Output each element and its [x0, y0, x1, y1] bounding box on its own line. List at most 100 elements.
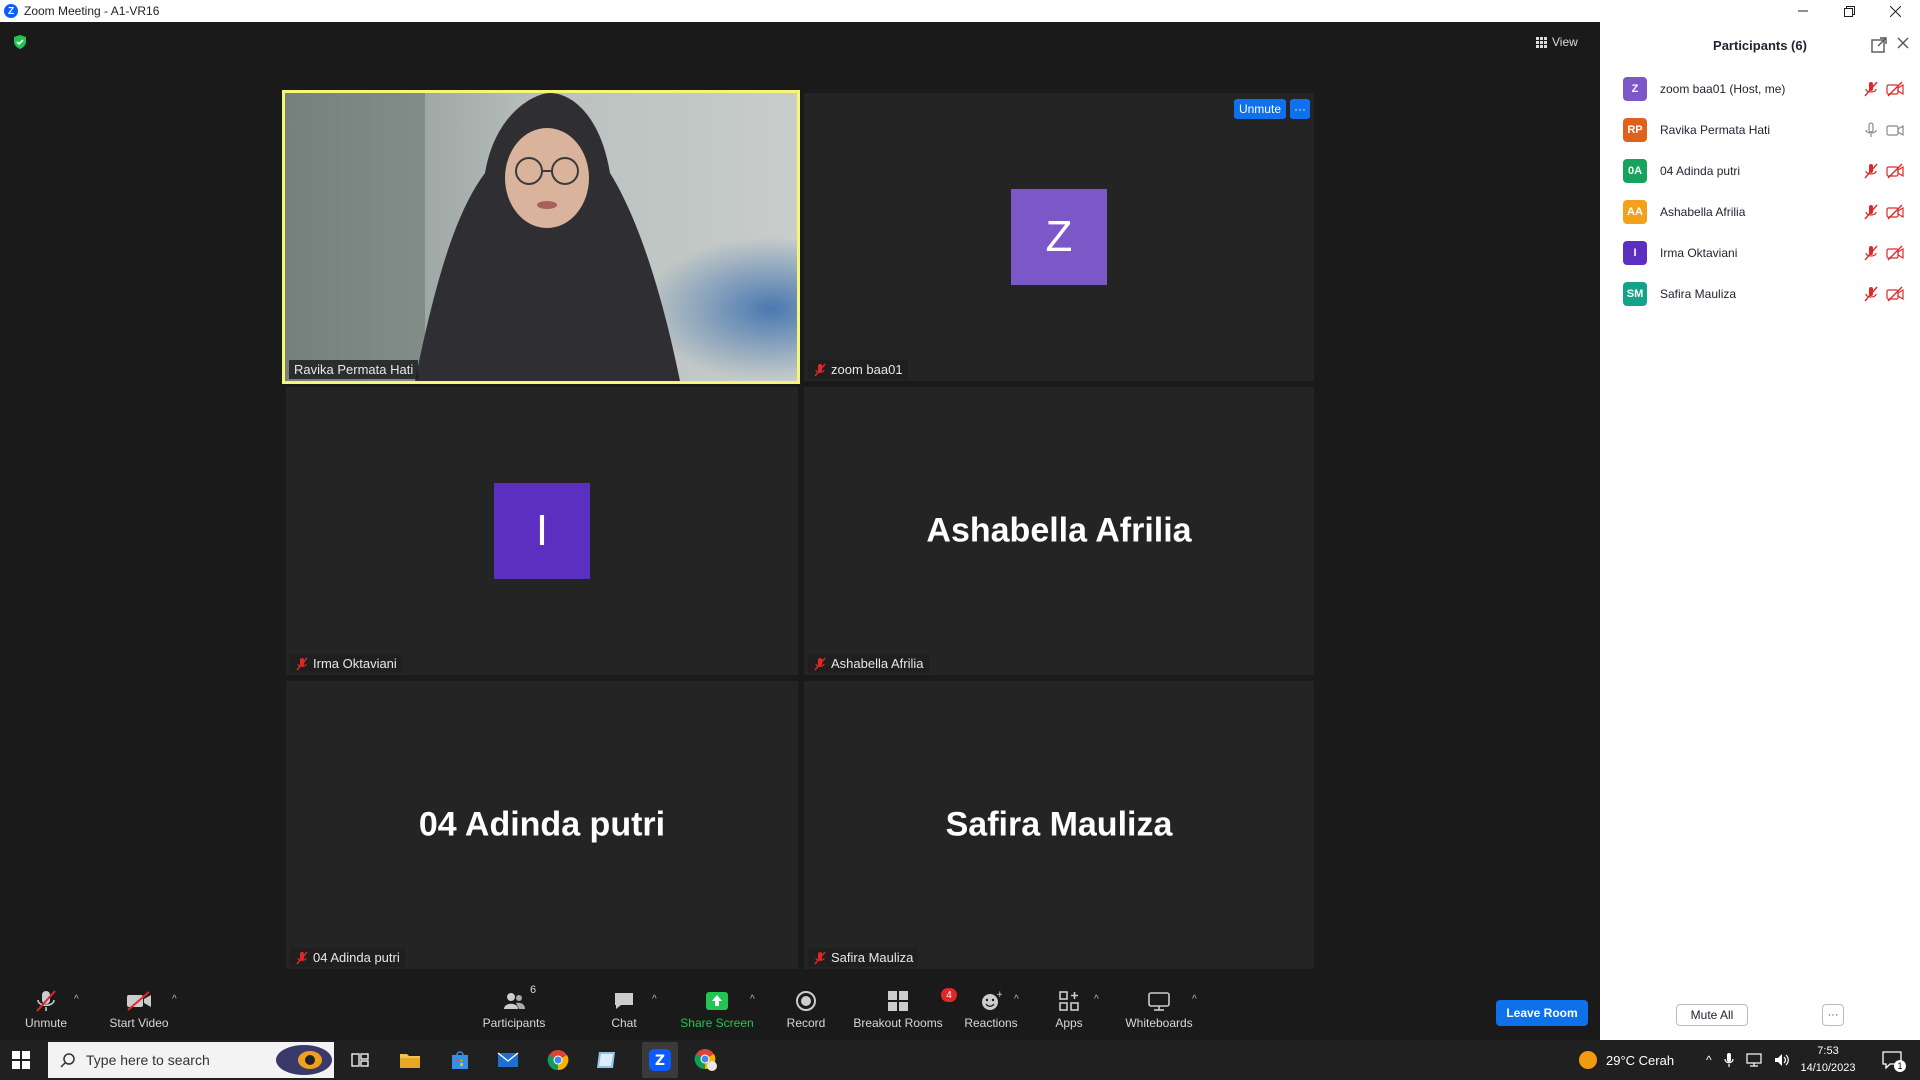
participant-list-item[interactable]: Zzoom baa01 (Host, me)	[1600, 68, 1920, 109]
video-tile-safira-mauliza[interactable]: Safira Mauliza Safira Mauliza	[804, 681, 1314, 969]
meeting-area: View Ravika Permata Hati Z Unmute ··· zo…	[0, 22, 1600, 974]
taskbar-clock[interactable]: 7:53 14/10/2023	[1796, 1043, 1860, 1077]
participant-name: Irma Oktaviani	[1660, 245, 1738, 260]
tray-overflow-chevron-icon[interactable]: ^	[1706, 1053, 1712, 1067]
video-tile-zoom-baa01[interactable]: Z Unmute ··· zoom baa01	[804, 93, 1314, 381]
participant-name: Ravika Permata Hati	[1660, 122, 1771, 137]
mic-muted-icon[interactable]	[1863, 163, 1879, 179]
start-video-label: Start Video	[109, 1016, 169, 1030]
unmute-button[interactable]: Unmute	[20, 980, 72, 1036]
whiteboards-options-chevron-icon[interactable]: ^	[1192, 994, 1197, 1005]
restore-icon	[1843, 5, 1855, 17]
notification-count: 1	[1894, 1060, 1906, 1072]
mute-all-button[interactable]: Mute All	[1676, 1004, 1748, 1026]
notepad-app-icon[interactable]	[592, 1046, 620, 1074]
unmute-label: Unmute	[24, 1016, 68, 1030]
participant-list-item[interactable]: SM Safira Mauliza	[1600, 273, 1920, 314]
participant-name: Irma Oktaviani	[313, 656, 397, 671]
video-off-icon[interactable]	[1886, 286, 1904, 302]
breakout-rooms-icon	[888, 991, 908, 1011]
mail-icon[interactable]	[494, 1046, 522, 1074]
microsoft-store-icon[interactable]	[446, 1046, 474, 1074]
volume-icon[interactable]	[1774, 1053, 1790, 1067]
taskbar-search-box[interactable]: Type here to search	[48, 1042, 334, 1078]
encryption-shield-icon[interactable]	[12, 34, 28, 50]
mic-muted-icon[interactable]	[1863, 286, 1879, 302]
participant-name-label: 04 Adinda putri	[290, 948, 405, 967]
participant-name: zoom baa01 (Host, me)	[1660, 81, 1786, 96]
close-panel-button[interactable]	[1894, 36, 1912, 54]
participant-name: Ravika Permata Hati	[294, 362, 414, 377]
avatar: RP	[1623, 117, 1647, 142]
participants-button[interactable]: 6 Participants	[478, 980, 550, 1036]
notifications-button[interactable]: 1	[1878, 1046, 1906, 1074]
view-button[interactable]: View	[1536, 32, 1592, 52]
share-screen-button[interactable]: Share Screen	[680, 980, 754, 1036]
video-tile-adinda-putri[interactable]: 04 Adinda putri 04 Adinda putri	[286, 681, 798, 969]
microphone-icon[interactable]	[1724, 1052, 1734, 1068]
minimize-button[interactable]	[1780, 0, 1826, 22]
restore-button[interactable]	[1826, 0, 1872, 22]
participants-icon	[504, 993, 525, 1009]
participant-list-item[interactable]: 0A 04 Adinda putri	[1600, 150, 1920, 191]
search-icon	[60, 1053, 75, 1068]
share-options-chevron-icon[interactable]: ^	[750, 994, 755, 1005]
mic-muted-icon	[296, 657, 308, 670]
record-button[interactable]: Record	[784, 980, 828, 1036]
participant-name: Safira Mauliza	[1660, 286, 1737, 301]
share-screen-icon	[706, 992, 728, 1010]
participant-name-label: Safira Mauliza	[808, 948, 919, 967]
chat-options-chevron-icon[interactable]: ^	[652, 994, 657, 1005]
start-video-button[interactable]: Start Video	[104, 980, 174, 1036]
windows-start-icon[interactable]	[12, 1051, 30, 1069]
window-title: Zoom Meeting - A1-VR16	[24, 4, 160, 18]
participant-name: 04 Adinda putri	[1660, 163, 1741, 178]
task-view-icon[interactable]	[346, 1046, 374, 1074]
search-placeholder: Type here to search	[86, 1052, 210, 1068]
mic-muted-icon[interactable]	[1863, 81, 1879, 97]
video-off-icon[interactable]	[1886, 163, 1904, 179]
participant-list-item[interactable]: RP Ravika Permata Hati	[1600, 109, 1920, 150]
participant-display-name: Safira Mauliza	[945, 805, 1173, 844]
file-explorer-icon[interactable]	[396, 1046, 424, 1074]
panel-more-button[interactable]: ···	[1822, 1004, 1844, 1026]
tile-unmute-button[interactable]: Unmute	[1233, 99, 1286, 119]
participant-list-item[interactable]: AA Ashabella Afrilia	[1600, 191, 1920, 232]
zoom-taskbar-icon[interactable]: Z	[642, 1042, 678, 1078]
breakout-rooms-button[interactable]: 4 Breakout Rooms	[852, 980, 957, 1036]
leave-room-button[interactable]: Leave Room	[1496, 1000, 1588, 1026]
participant-list-item[interactable]: I Irma Oktaviani	[1600, 232, 1920, 273]
apps-options-chevron-icon[interactable]: ^	[1094, 994, 1099, 1005]
reactions-options-chevron-icon[interactable]: ^	[1014, 994, 1019, 1005]
close-window-button[interactable]	[1872, 0, 1918, 22]
weather-widget[interactable]: 29°C Cerah	[1578, 1040, 1674, 1080]
mic-muted-icon[interactable]	[1863, 245, 1879, 261]
apps-button[interactable]: Apps	[1052, 980, 1086, 1036]
whiteboards-button[interactable]: Whiteboards	[1122, 980, 1196, 1036]
chat-button[interactable]: Chat	[604, 980, 644, 1036]
breakout-rooms-label: Breakout Rooms	[853, 1016, 943, 1030]
video-tile-irma-oktaviani[interactable]: I Irma Oktaviani	[286, 387, 798, 675]
close-icon	[1889, 5, 1901, 17]
mic-muted-icon	[814, 951, 826, 964]
clock-date: 14/10/2023	[1800, 1062, 1856, 1074]
video-off-icon[interactable]	[1886, 245, 1904, 261]
video-icon[interactable]	[1886, 122, 1904, 138]
reactions-button[interactable]: + Reactions	[964, 980, 1018, 1036]
breakout-badge: 4	[941, 988, 957, 1002]
audio-options-chevron-icon[interactable]: ^	[74, 994, 79, 1005]
network-icon[interactable]	[1746, 1053, 1762, 1067]
pop-out-icon[interactable]	[1870, 36, 1888, 54]
video-tile-ashabella-afrilia[interactable]: Ashabella Afrilia Ashabella Afrilia	[804, 387, 1314, 675]
mic-muted-icon[interactable]	[1863, 204, 1879, 220]
tile-more-button[interactable]: ···	[1290, 99, 1310, 119]
chrome-profile-icon[interactable]	[692, 1046, 720, 1074]
search-highlight-icon	[276, 1045, 332, 1075]
video-off-icon[interactable]	[1886, 81, 1904, 97]
mic-icon[interactable]	[1863, 121, 1879, 138]
video-options-chevron-icon[interactable]: ^	[172, 994, 177, 1005]
video-tile-active-speaker[interactable]: Ravika Permata Hati	[282, 90, 800, 384]
video-off-icon[interactable]	[1886, 204, 1904, 220]
chrome-icon[interactable]	[544, 1046, 572, 1074]
avatar: SM	[1623, 281, 1647, 306]
